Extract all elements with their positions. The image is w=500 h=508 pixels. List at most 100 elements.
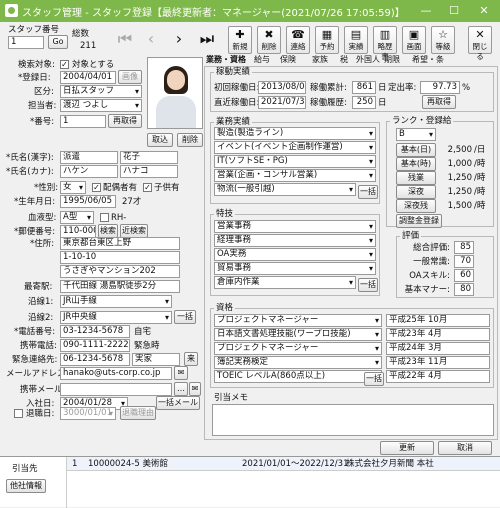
job-item-select[interactable]: イベント(イベント企画制作運営) xyxy=(214,141,376,154)
skill-item-select[interactable]: 営業事務 xyxy=(214,220,376,233)
emergency-note[interactable]: 実家 xyxy=(132,353,180,366)
leave-checkbox[interactable] xyxy=(14,409,23,418)
mobile-mail-button[interactable]: … xyxy=(174,382,188,396)
job-item-select[interactable]: 営業(企画・コンサル営業) xyxy=(214,169,376,182)
mail-compose-button[interactable]: ✉ xyxy=(174,366,188,380)
station-input[interactable]: 千代田線 湯島駅徒歩2分 xyxy=(60,280,180,293)
skill-item-select[interactable]: OA実務 xyxy=(214,248,376,261)
skill-item-select[interactable]: 倉庫内作業 xyxy=(214,276,356,289)
mobile-mail-input[interactable] xyxy=(60,383,172,396)
qual-item-date[interactable]: 平成22年 4月 xyxy=(386,370,490,383)
toolbar-button-1[interactable]: ✖ 削除 xyxy=(257,26,281,54)
go-button[interactable]: Go xyxy=(48,35,68,49)
address-line1[interactable]: 東京都台東区上野 xyxy=(60,237,180,250)
toolbar-button-2[interactable]: ☎ 連絡 xyxy=(286,26,310,54)
qual-bulk-button[interactable]: 一括 xyxy=(364,372,384,386)
line2-select[interactable]: JR中央線 xyxy=(60,311,172,324)
tab-3[interactable]: 家族 xyxy=(312,54,328,66)
qual-item-select[interactable]: TOEIC レベルA(860点以上) xyxy=(214,370,382,383)
eval-row-value[interactable]: 80 xyxy=(454,283,474,296)
eval-row-value[interactable]: 85 xyxy=(454,241,474,254)
line-bulk-button[interactable]: 一括 xyxy=(174,310,196,324)
rank-row-label[interactable]: 基本(時) xyxy=(396,157,436,171)
tab-7[interactable]: 希望・条 xyxy=(412,54,444,66)
spouse-checkbox[interactable]: ✓ xyxy=(92,183,101,192)
rank-row-label[interactable]: 基本(日) xyxy=(396,143,436,157)
image-button[interactable]: 画像 xyxy=(118,70,142,84)
job-bulk-button[interactable]: 一括 xyxy=(358,185,378,199)
zip-near-button[interactable]: 近検索 xyxy=(120,224,148,238)
toolbar-button-5[interactable]: ▥ 略歴書 xyxy=(373,26,397,61)
memo-textarea[interactable] xyxy=(212,404,494,436)
minimize-button[interactable]: — xyxy=(412,0,440,22)
rank-row-label[interactable]: 残業 xyxy=(396,171,436,185)
address-line3[interactable]: うさぎやマンション202 xyxy=(60,265,180,278)
qual-item-select[interactable]: 日本語文書処理技能(ワープロ技能) xyxy=(214,328,382,341)
emergency-button[interactable]: 来 xyxy=(184,352,198,366)
job-item-select[interactable]: 物流(一般引越) xyxy=(214,183,356,196)
qual-item-select[interactable]: プロジェクトマネージャー xyxy=(214,314,382,327)
qual-item-date[interactable]: 平成23年 4月 xyxy=(386,328,490,341)
toolbar-button-3[interactable]: ▦ 予約 xyxy=(315,26,339,54)
skill-item-select[interactable]: 経理事務 xyxy=(214,234,376,247)
last-name-kana[interactable]: ハケン xyxy=(60,165,118,178)
qual-item-date[interactable]: 平成23年 11月 xyxy=(386,356,490,369)
maximize-button[interactable]: ☐ xyxy=(440,0,468,22)
eval-row-value[interactable]: 60 xyxy=(454,269,474,282)
zip-search-button[interactable]: 検索 xyxy=(98,224,118,238)
rank-row-label[interactable]: 深夜 xyxy=(396,185,436,199)
tab-1[interactable]: 給与 xyxy=(254,54,270,66)
staff-number-input[interactable]: 1 xyxy=(8,36,44,49)
category-select[interactable]: 日払スタッフ xyxy=(60,85,142,98)
job-item-select[interactable]: IT(ソフトSE・PG) xyxy=(214,155,376,168)
qual-item-select[interactable]: プロジェクトマネージャー xyxy=(214,342,382,355)
renumber-button[interactable]: 再取得 xyxy=(108,114,142,128)
eval-row-value[interactable]: 70 xyxy=(454,255,474,268)
toolbar-button-6[interactable]: ▣ 画面 xyxy=(402,26,426,54)
skill-item-select[interactable]: 貿易事務 xyxy=(214,262,376,275)
qual-item-date[interactable]: 平成24年 3月 xyxy=(386,342,490,355)
cancel-button[interactable]: 取消 xyxy=(438,441,492,455)
work-refresh-button[interactable]: 再取得 xyxy=(422,95,456,109)
prev-record-icon[interactable]: ‹ xyxy=(140,28,162,50)
bulk-mail-button[interactable]: 一括メール xyxy=(156,396,200,410)
blood-select[interactable]: A型 xyxy=(60,211,94,224)
search-target-checkbox[interactable]: ✓ xyxy=(60,60,69,69)
tab-2[interactable]: 保険 xyxy=(280,54,296,66)
toolbar-button-7[interactable]: ☆ 等級 xyxy=(431,26,455,54)
next-record-icon[interactable]: › xyxy=(168,28,190,50)
reg-date-input[interactable]: 2004/04/01 xyxy=(60,71,116,84)
manager-select[interactable]: 渡辺 つよし xyxy=(60,99,142,112)
rank-row-label[interactable]: 深夜残 xyxy=(396,199,436,213)
import-button[interactable]: 取込 xyxy=(147,133,173,147)
birth-input[interactable]: 1995/06/05 xyxy=(60,195,116,208)
line1-select[interactable]: JR山手線 xyxy=(60,295,172,308)
update-button[interactable]: 更新 xyxy=(380,441,434,455)
adjust-pay-button[interactable]: 調整金登録 xyxy=(396,214,442,228)
toolbar-button-8[interactable]: ✕ 閉じる xyxy=(468,26,492,61)
mobile-mail-send-button[interactable]: ✉ xyxy=(189,382,201,396)
leave-reason-button[interactable]: 退職理由 xyxy=(120,406,156,420)
rh-checkbox[interactable] xyxy=(100,213,109,222)
last-name-kanji[interactable]: 派遣 xyxy=(60,151,118,164)
other-company-button[interactable]: 他社情報 xyxy=(6,479,46,493)
toolbar-button-4[interactable]: ▤ 実績 xyxy=(344,26,368,54)
first-name-kanji[interactable]: 花子 xyxy=(120,151,178,164)
table-row[interactable]: 1 10000024-5 美術館 2021/01/01～2022/12/31 株… xyxy=(66,457,500,471)
number-input[interactable]: 1 xyxy=(60,115,106,128)
address-line2[interactable]: 1-10-10 xyxy=(60,251,180,264)
qual-item-date[interactable]: 平成25年 10月 xyxy=(386,314,490,327)
toolbar-button-0[interactable]: ✚ 新規 xyxy=(228,26,252,54)
photo-delete-button[interactable]: 削除 xyxy=(177,133,203,147)
first-record-icon[interactable]: ⏮ xyxy=(114,28,136,50)
children-checkbox[interactable]: ✓ xyxy=(143,183,152,192)
tel-input[interactable]: 03-1234-5678 xyxy=(60,325,130,338)
mail-input[interactable]: hanako@uts-corp.co.jp xyxy=(60,367,172,380)
leave-date-input[interactable]: 3000/01/01 xyxy=(60,407,116,420)
close-window-button[interactable]: ✕ xyxy=(470,0,498,22)
skill-bulk-button[interactable]: 一括 xyxy=(358,278,378,292)
emergency-input[interactable]: 06-1234-5678 xyxy=(60,353,130,366)
tab-6[interactable]: 期限 xyxy=(384,54,400,66)
qual-item-select[interactable]: 簿記実務検定 xyxy=(214,356,382,369)
first-name-kana[interactable]: ハナコ xyxy=(120,165,178,178)
